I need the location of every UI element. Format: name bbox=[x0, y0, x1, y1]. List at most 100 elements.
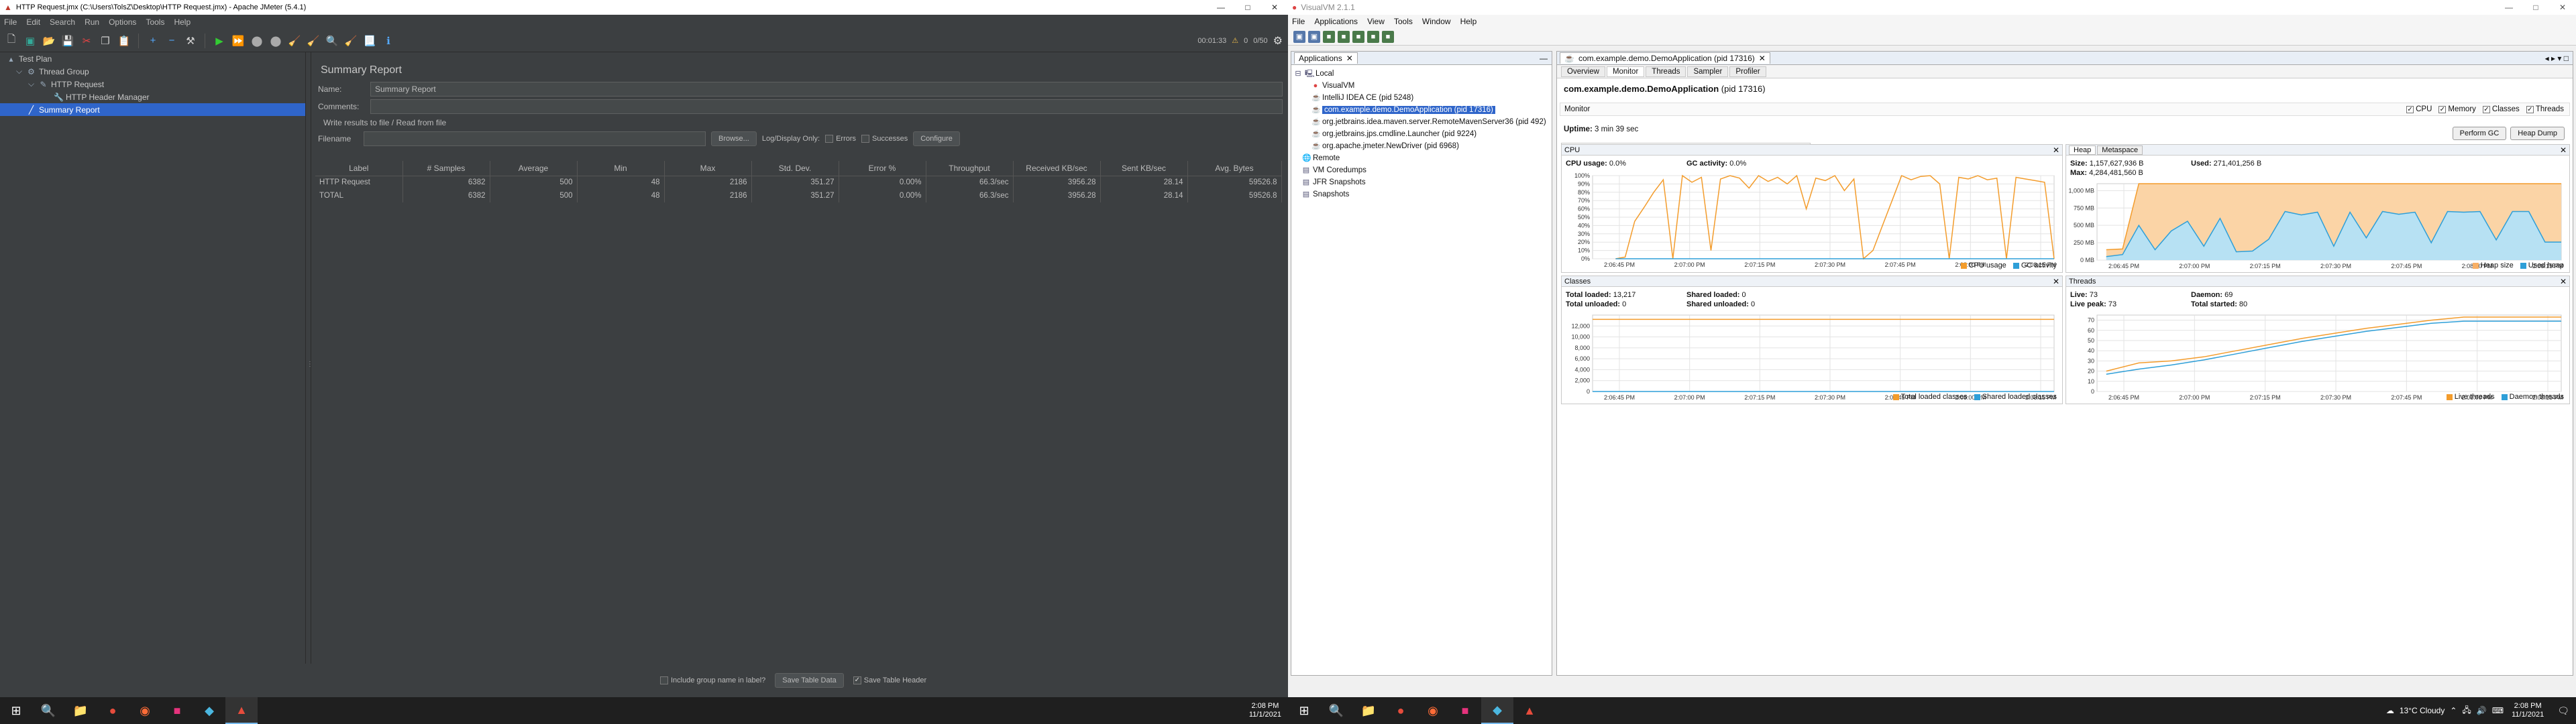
comments-input[interactable] bbox=[370, 99, 1283, 114]
col-min[interactable]: Min bbox=[577, 161, 665, 176]
chevron-down-icon[interactable]: ⌵ bbox=[15, 66, 23, 76]
tree-item-local[interactable]: ⊟ 🖳 Local bbox=[1291, 68, 1552, 80]
col-throughput[interactable]: Throughput bbox=[926, 161, 1014, 176]
tree-item-maven-server[interactable]: ☕ org.jetbrains.idea.maven.server.Remote… bbox=[1291, 116, 1552, 128]
menu-file[interactable]: File bbox=[1292, 17, 1305, 26]
keyboard-icon[interactable]: ⌨ bbox=[2492, 706, 2504, 715]
col-average[interactable]: Average bbox=[490, 161, 578, 176]
shutdown-icon[interactable]: ⬤ bbox=[268, 34, 283, 48]
tree-item-demo-application[interactable]: ☕ com.example.demo.DemoApplication (pid … bbox=[1291, 104, 1552, 116]
intellij-icon[interactable]: ■ bbox=[161, 697, 193, 724]
menu-help[interactable]: Help bbox=[174, 17, 191, 27]
save-table-data-button[interactable]: Save Table Data bbox=[775, 673, 844, 688]
tree-splitter[interactable]: ⋮ bbox=[306, 52, 313, 664]
stop-icon[interactable]: ⬤ bbox=[250, 34, 264, 48]
document-tab[interactable]: ☕ com.example.demo.DemoApplication (pid 1… bbox=[1560, 52, 1770, 64]
checkbox-icon[interactable] bbox=[660, 676, 668, 684]
memory-checkbox[interactable]: ✓ Memory bbox=[2438, 105, 2476, 113]
minimize-button[interactable]: — bbox=[2496, 3, 2522, 12]
chevron-down-icon[interactable]: ⌵ bbox=[27, 79, 36, 89]
add-jmx-icon[interactable]: ▣ bbox=[1293, 30, 1305, 43]
tab-metaspace[interactable]: Metaspace bbox=[2097, 145, 2143, 155]
checkbox-checked-icon[interactable]: ✓ bbox=[2482, 105, 2490, 113]
col-received[interactable]: Received KB/sec bbox=[1013, 161, 1101, 176]
help-icon[interactable]: ℹ bbox=[381, 34, 396, 48]
checkbox-checked-icon[interactable]: ✓ bbox=[853, 676, 861, 684]
close-icon[interactable]: ✕ bbox=[2053, 145, 2062, 155]
tree-item-http-request[interactable]: ⌵ ✎ HTTP Request bbox=[0, 78, 305, 90]
menu-window[interactable]: Window bbox=[1422, 17, 1451, 26]
network-icon[interactable]: 🖧 bbox=[2462, 704, 2471, 718]
menu-tools[interactable]: Tools bbox=[1394, 17, 1413, 26]
tree-item-http-header-manager[interactable]: 🔧 HTTP Header Manager bbox=[0, 90, 305, 103]
menu-edit[interactable]: Edit bbox=[26, 17, 40, 27]
col-sent[interactable]: Sent KB/sec bbox=[1100, 161, 1188, 176]
thread-dump-icon[interactable]: ■ bbox=[1338, 30, 1350, 43]
col-label[interactable]: Label bbox=[315, 161, 403, 176]
menu-help[interactable]: Help bbox=[1460, 17, 1477, 26]
expanded-icon[interactable]: ⊟ bbox=[1294, 70, 1302, 78]
function-helper-icon[interactable]: 📃 bbox=[362, 34, 377, 48]
minimize-panel-icon[interactable]: — bbox=[1540, 54, 1552, 63]
clear-all-icon[interactable]: 🧹 bbox=[306, 34, 321, 48]
filename-input[interactable] bbox=[364, 131, 706, 146]
tab-profiler[interactable]: Profiler bbox=[1729, 66, 1766, 77]
checkbox-checked-icon[interactable]: ✓ bbox=[2526, 105, 2534, 113]
notification-icon[interactable]: 🗨 bbox=[2551, 705, 2576, 717]
close-icon[interactable]: ✕ bbox=[2560, 277, 2569, 286]
visualvm-taskbar-icon[interactable]: ◆ bbox=[193, 697, 225, 724]
close-icon[interactable]: ✕ bbox=[2560, 145, 2569, 155]
tree-item-jps-launcher[interactable]: ☕ org.jetbrains.jps.cmdline.Launcher (pi… bbox=[1291, 128, 1552, 140]
warning-icon[interactable]: ⚠ bbox=[1232, 36, 1238, 45]
start-no-pauses-icon[interactable]: ⏩ bbox=[231, 34, 246, 48]
heap-dump-icon[interactable]: ■ bbox=[1323, 30, 1335, 43]
taskbar-clock-left[interactable]: 2:08 PM 11/1/2021 bbox=[1249, 702, 1288, 719]
maximize-button[interactable]: □ bbox=[2522, 3, 2549, 12]
tab-overview[interactable]: Overview bbox=[1561, 66, 1605, 77]
window-menu-icon[interactable]: ◂ ▸ ▾ □ bbox=[2545, 54, 2573, 63]
errors-checkbox[interactable]: Errors bbox=[825, 135, 856, 143]
include-group-checkbox[interactable]: Include group name in label? bbox=[660, 676, 765, 684]
heap-dump-button[interactable]: Heap Dump bbox=[2510, 127, 2565, 140]
weather-text[interactable]: 13°C Cloudy bbox=[2400, 706, 2445, 715]
maximize-button[interactable]: □ bbox=[1234, 3, 1261, 12]
intellij-icon[interactable]: ■ bbox=[1449, 697, 1481, 724]
jmeter-taskbar-icon[interactable]: ▲ bbox=[1513, 697, 1546, 724]
paste-icon[interactable]: 📋 bbox=[117, 34, 131, 48]
menu-file[interactable]: File bbox=[4, 17, 17, 27]
menu-applications[interactable]: Applications bbox=[1314, 17, 1358, 26]
tree-item-remote[interactable]: 🌐 Remote bbox=[1291, 152, 1552, 164]
volume-icon[interactable]: 🔊 bbox=[2477, 706, 2487, 715]
templates-icon[interactable]: ▣ bbox=[23, 34, 38, 48]
classes-checkbox[interactable]: ✓ Classes bbox=[2482, 105, 2520, 113]
tab-monitor[interactable]: Monitor bbox=[1606, 66, 1645, 77]
search-icon[interactable]: 🔍 bbox=[1320, 697, 1352, 724]
tree-item-visualvm[interactable]: ● VisualVM bbox=[1291, 80, 1552, 92]
col-samples[interactable]: # Samples bbox=[402, 161, 490, 176]
search-icon[interactable]: 🔍 bbox=[32, 697, 64, 724]
col-max[interactable]: Max bbox=[664, 161, 752, 176]
threads-checkbox[interactable]: ✓ Threads bbox=[2526, 105, 2564, 113]
table-row[interactable]: TOTAL 6382 500 48 2186 351.27 0.00% 66.3… bbox=[315, 189, 1282, 202]
new-icon[interactable]: 🗋 bbox=[4, 34, 19, 48]
tree-item-thread-group[interactable]: ⌵ ⚙ Thread Group bbox=[0, 65, 305, 78]
file-explorer-icon[interactable]: 📁 bbox=[64, 697, 97, 724]
tree-item-jfr-snapshots[interactable]: ▤ JFR Snapshots bbox=[1291, 176, 1552, 188]
chrome-icon[interactable]: ● bbox=[1385, 697, 1417, 724]
windows-start-icon[interactable]: ⊞ bbox=[1288, 697, 1320, 724]
menu-run[interactable]: Run bbox=[85, 17, 99, 27]
tree-item-vm-coredumps[interactable]: ▤ VM Coredumps bbox=[1291, 164, 1552, 176]
applications-tab[interactable]: Applications ✕ bbox=[1294, 52, 1358, 64]
perform-gc-button[interactable]: Perform GC bbox=[2452, 127, 2507, 140]
clear-icon[interactable]: 🧹 bbox=[287, 34, 302, 48]
cut-icon[interactable]: ✂ bbox=[79, 34, 94, 48]
close-button[interactable]: ✕ bbox=[1261, 3, 1288, 12]
visualvm-taskbar-icon[interactable]: ◆ bbox=[1481, 697, 1513, 724]
menu-view[interactable]: View bbox=[1367, 17, 1385, 26]
checkbox-icon[interactable] bbox=[861, 135, 870, 143]
col-error[interactable]: Error % bbox=[839, 161, 926, 176]
collapse-icon[interactable]: − bbox=[164, 34, 179, 48]
cpu-checkbox[interactable]: ✓ CPU bbox=[2406, 105, 2432, 113]
expand-icon[interactable]: + bbox=[146, 34, 160, 48]
copy-icon[interactable]: ❐ bbox=[98, 34, 113, 48]
